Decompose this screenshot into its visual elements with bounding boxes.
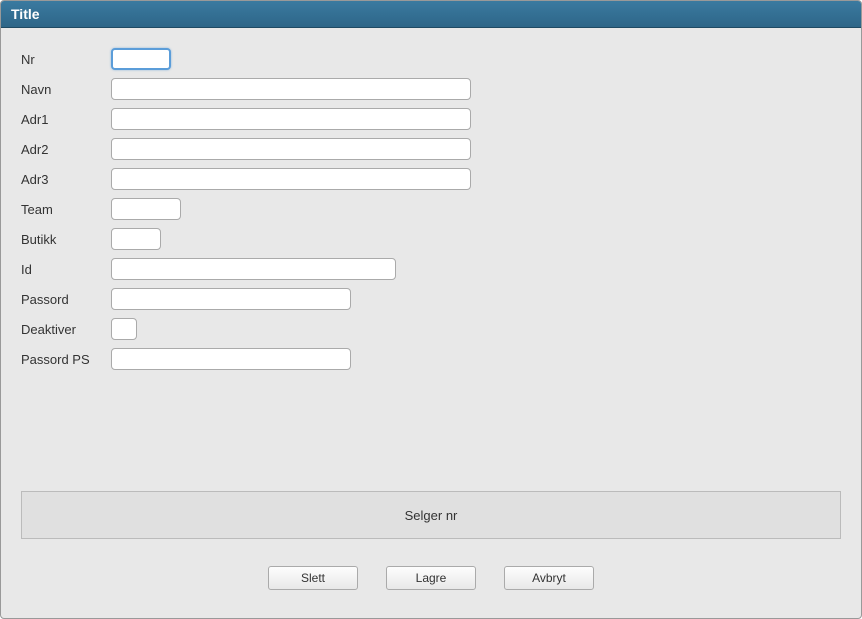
row-id: Id: [21, 258, 841, 280]
label-team: Team: [21, 202, 111, 217]
row-deaktiver: Deaktiver: [21, 318, 841, 340]
avbryt-button[interactable]: Avbryt: [504, 566, 594, 590]
label-passordps: Passord PS: [21, 352, 111, 367]
label-butikk: Butikk: [21, 232, 111, 247]
input-navn[interactable]: [111, 78, 471, 100]
slett-button[interactable]: Slett: [268, 566, 358, 590]
row-passord: Passord: [21, 288, 841, 310]
row-passordps: Passord PS: [21, 348, 841, 370]
label-nr: Nr: [21, 52, 111, 67]
row-navn: Navn: [21, 78, 841, 100]
status-text: Selger nr: [405, 508, 458, 523]
label-id: Id: [21, 262, 111, 277]
row-team: Team: [21, 198, 841, 220]
input-deaktiver[interactable]: [111, 318, 137, 340]
input-passordps[interactable]: [111, 348, 351, 370]
label-navn: Navn: [21, 82, 111, 97]
input-nr[interactable]: [111, 48, 171, 70]
lagre-button[interactable]: Lagre: [386, 566, 476, 590]
label-adr1: Adr1: [21, 112, 111, 127]
status-bar: Selger nr: [21, 491, 841, 539]
label-adr3: Adr3: [21, 172, 111, 187]
input-adr1[interactable]: [111, 108, 471, 130]
form-area: Nr Navn Adr1 Adr2 Adr3 Team Butikk: [1, 28, 861, 370]
input-adr2[interactable]: [111, 138, 471, 160]
label-deaktiver: Deaktiver: [21, 322, 111, 337]
title-bar: Title: [1, 1, 861, 28]
input-adr3[interactable]: [111, 168, 471, 190]
input-passord[interactable]: [111, 288, 351, 310]
row-adr3: Adr3: [21, 168, 841, 190]
label-adr2: Adr2: [21, 142, 111, 157]
row-nr: Nr: [21, 48, 841, 70]
row-butikk: Butikk: [21, 228, 841, 250]
window-title: Title: [11, 6, 40, 22]
input-team[interactable]: [111, 198, 181, 220]
row-adr2: Adr2: [21, 138, 841, 160]
dialog-window: Title Nr Navn Adr1 Adr2 Adr3 Team But: [0, 0, 862, 619]
button-row: Slett Lagre Avbryt: [1, 566, 861, 590]
label-passord: Passord: [21, 292, 111, 307]
input-butikk[interactable]: [111, 228, 161, 250]
input-id[interactable]: [111, 258, 396, 280]
row-adr1: Adr1: [21, 108, 841, 130]
